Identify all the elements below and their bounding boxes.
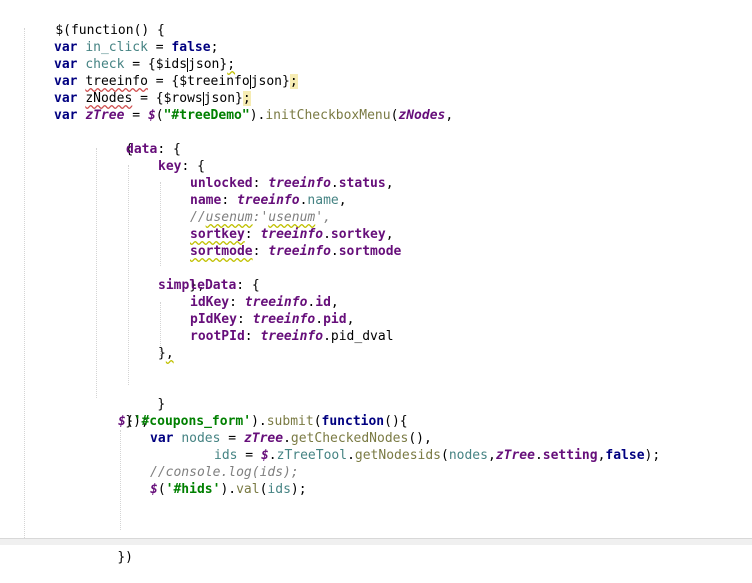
code-line[interactable]: idKey: treeinfo.id, [190, 294, 339, 311]
code-line[interactable]: $('#coupons_form').submit(function(){ [118, 413, 408, 430]
code-line[interactable]: key: { [158, 158, 205, 175]
indent-guide [160, 182, 161, 266]
code-line[interactable]: sortmode: treeinfo.sortmode [190, 243, 401, 260]
code-line[interactable]: name: treeinfo.name, [190, 192, 347, 209]
code-line[interactable]: $(function() { [24, 5, 165, 38]
code-editor[interactable]: $(function() { var in_click = false; var… [0, 0, 752, 565]
code-line[interactable]: var in_click = false; [54, 39, 218, 56]
code-line[interactable]: { [94, 124, 133, 157]
code-line[interactable]: //console.log(ids); [150, 464, 299, 481]
code-text: } [157, 397, 166, 412]
code-line[interactable]: } [126, 379, 165, 412]
code-text: $(function() { [55, 23, 165, 38]
code-line[interactable]: var zTree = $("#treeDemo").initCheckboxM… [54, 107, 453, 124]
code-line[interactable]: simpleData: { [158, 277, 260, 294]
code-line[interactable]: $('#hids').val(ids); [150, 481, 307, 498]
code-line[interactable]: rootPId: treeinfo.pid_dval [190, 328, 394, 345]
code-text: }) [117, 550, 133, 565]
code-line[interactable]: sortkey: treeinfo.sortkey, [190, 226, 394, 243]
code-line[interactable]: }, [158, 260, 205, 293]
indent-guide [96, 148, 97, 398]
code-line[interactable]: var check = {$idsjson}; [54, 56, 235, 73]
code-line[interactable]: var treeinfo = {$treeinfojson}; [54, 73, 298, 90]
code-line[interactable]: unlocked: treeinfo.status, [190, 175, 394, 192]
indent-guide [128, 165, 129, 385]
code-line[interactable]: //usenum:'usenum', [190, 209, 331, 226]
code-line[interactable]: data: { [126, 141, 181, 158]
code-line[interactable]: var zNodes = {$rowsjson}; [54, 90, 251, 107]
code-line[interactable]: var nodes = zTree.getCheckedNodes(), [150, 430, 432, 447]
code-line[interactable]: }, [158, 345, 174, 362]
code-line[interactable]: ids = $.zTreeTool.getNodesids(nodes,zTre… [214, 447, 660, 464]
indent-guide [24, 28, 25, 538]
indent-guide [120, 430, 121, 530]
code-line[interactable]: }); [94, 396, 148, 429]
code-line[interactable]: pIdKey: treeinfo.pid, [190, 311, 354, 328]
